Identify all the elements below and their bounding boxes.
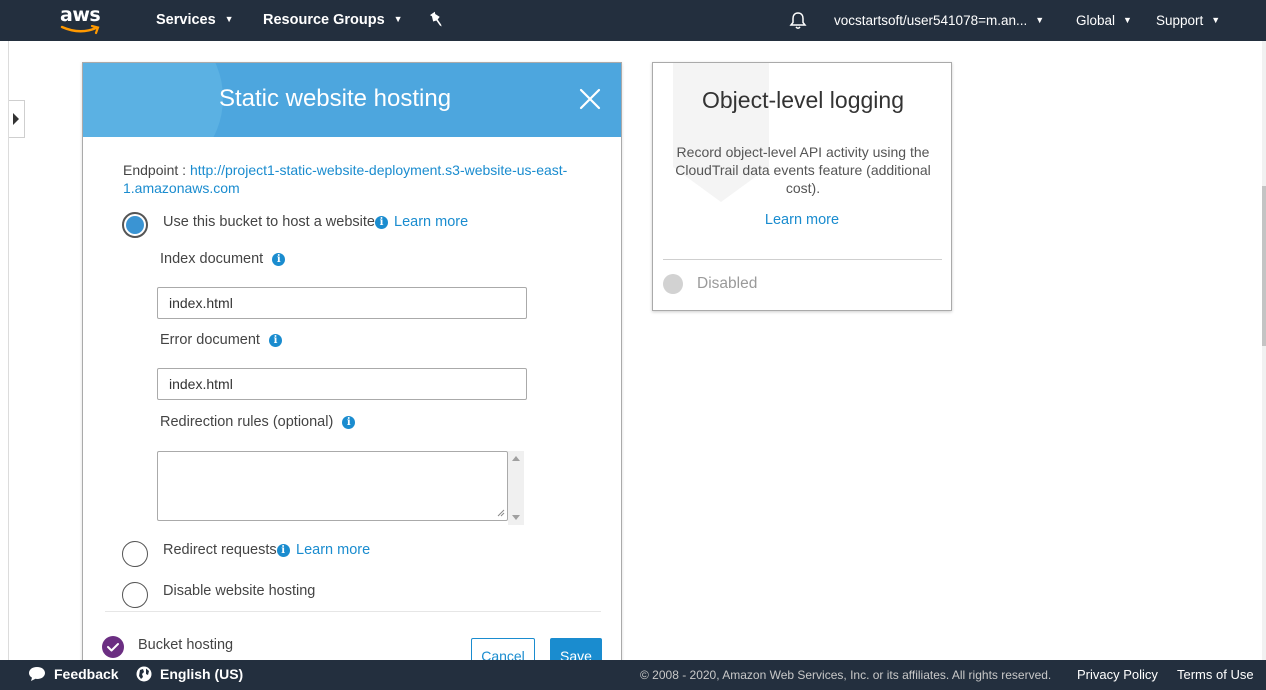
info-icon[interactable]: i bbox=[374, 216, 388, 229]
info-icon[interactable]: i bbox=[342, 416, 356, 429]
close-icon[interactable] bbox=[579, 88, 601, 110]
chevron-right-icon bbox=[13, 113, 19, 125]
redirection-rules-wrapper bbox=[157, 451, 525, 525]
account-label: vocstartsoft/user541078=m.an... bbox=[834, 13, 1028, 28]
language-selector[interactable]: English (US) bbox=[136, 666, 243, 682]
pin-icon[interactable] bbox=[429, 11, 445, 34]
services-menu[interactable]: Services ▼ bbox=[156, 12, 234, 28]
divider bbox=[105, 611, 601, 612]
index-document-input[interactable] bbox=[157, 287, 527, 319]
logging-card-title: Object-level logging bbox=[701, 87, 904, 113]
error-document-label: Error document bbox=[160, 332, 260, 348]
redirect-learn-more-link[interactable]: Learn more bbox=[296, 542, 370, 558]
chevron-down-icon: ▼ bbox=[1211, 15, 1221, 25]
use-bucket-learn-more-link[interactable]: Learn more bbox=[394, 214, 468, 230]
logging-learn-more-link[interactable]: Learn more bbox=[653, 212, 951, 228]
redirection-rules-field-label: Redirection rules (optional) i bbox=[160, 414, 356, 430]
page-scrollbar[interactable] bbox=[1262, 41, 1266, 661]
aws-smile-icon bbox=[60, 25, 100, 35]
sidebar-toggle-button[interactable] bbox=[9, 100, 25, 138]
chevron-down-icon: ▼ bbox=[224, 14, 234, 24]
terms-of-use-link[interactable]: Terms of Use bbox=[1177, 667, 1254, 682]
region-label: Global bbox=[1076, 13, 1116, 28]
resource-groups-label: Resource Groups bbox=[263, 12, 385, 28]
index-document-field-label: Index document i bbox=[160, 251, 286, 267]
scroll-up-arrow-icon[interactable] bbox=[512, 456, 520, 461]
region-menu[interactable]: Global ▼ bbox=[1076, 13, 1132, 28]
aws-logo-text: aws bbox=[60, 4, 101, 26]
redirection-rules-textarea[interactable] bbox=[157, 451, 508, 521]
bucket-hosting-label: Bucket hosting bbox=[138, 637, 234, 653]
speech-bubble-icon bbox=[29, 667, 45, 681]
endpoint: Endpoint : http://project1-static-websit… bbox=[123, 161, 583, 197]
top-nav-bar: aws Services ▼ Resource Groups ▼ vocstarts… bbox=[0, 0, 1266, 41]
support-label: Support bbox=[1156, 13, 1204, 28]
disable-hosting-label: Disable website hosting bbox=[163, 583, 316, 599]
feedback-button[interactable]: Feedback bbox=[28, 666, 119, 682]
account-menu[interactable]: vocstartsoft/user541078=m.an... ▼ bbox=[834, 13, 1044, 28]
info-icon[interactable]: i bbox=[272, 253, 286, 266]
resource-groups-menu[interactable]: Resource Groups ▼ bbox=[263, 12, 403, 28]
redirect-requests-option: Redirect requests i bbox=[163, 542, 290, 558]
privacy-policy-link[interactable]: Privacy Policy bbox=[1077, 667, 1158, 682]
language-label: English (US) bbox=[160, 666, 244, 682]
card-title: Static website hosting bbox=[218, 85, 452, 112]
card-header: Static website hosting bbox=[83, 63, 621, 137]
check-icon bbox=[102, 636, 124, 658]
info-icon[interactable]: i bbox=[268, 334, 282, 347]
scroll-down-arrow-icon[interactable] bbox=[512, 515, 520, 520]
logging-card-description: Record object-level API activity using t… bbox=[675, 144, 931, 196]
use-bucket-radio[interactable] bbox=[122, 212, 148, 238]
chevron-down-icon: ▼ bbox=[1035, 15, 1045, 25]
info-icon[interactable]: i bbox=[276, 544, 290, 557]
error-document-input[interactable] bbox=[157, 368, 527, 400]
redirect-requests-radio[interactable] bbox=[122, 541, 148, 567]
divider bbox=[663, 259, 942, 260]
footer-bar: Feedback English (US) © 2008 - 2020, Ama… bbox=[0, 660, 1266, 690]
status-indicator-icon bbox=[663, 274, 683, 294]
support-menu[interactable]: Support ▼ bbox=[1156, 13, 1220, 28]
scrollbar-thumb[interactable] bbox=[1262, 186, 1266, 346]
redirect-requests-label: Redirect requests bbox=[163, 542, 277, 558]
index-document-label: Index document bbox=[160, 251, 264, 267]
use-bucket-label: Use this bucket to host a website bbox=[163, 214, 375, 230]
resize-grip-icon[interactable] bbox=[495, 507, 505, 517]
copyright-text: © 2008 - 2020, Amazon Web Services, Inc.… bbox=[640, 668, 1052, 682]
textarea-scrollbar[interactable] bbox=[508, 451, 524, 525]
globe-icon bbox=[136, 666, 152, 682]
redirection-rules-label: Redirection rules (optional) bbox=[160, 414, 334, 430]
static-website-hosting-card: Static website hosting Endpoint : http:/… bbox=[82, 62, 622, 672]
endpoint-link[interactable]: http://project1-static-website-deploymen… bbox=[123, 162, 567, 196]
error-document-field-label: Error document i bbox=[160, 332, 282, 348]
endpoint-label: Endpoint : bbox=[123, 162, 187, 178]
use-bucket-option: Use this bucket to host a website i bbox=[163, 214, 388, 230]
chevron-down-icon: ▼ bbox=[1123, 15, 1132, 25]
left-rail bbox=[0, 41, 9, 661]
disable-hosting-radio[interactable] bbox=[122, 582, 148, 608]
aws-logo[interactable]: aws bbox=[60, 4, 104, 36]
feedback-label: Feedback bbox=[54, 666, 119, 682]
services-label: Services bbox=[156, 12, 216, 28]
logging-status: Disabled bbox=[697, 275, 758, 292]
object-level-logging-card[interactable]: Object-level logging Record object-level… bbox=[652, 62, 952, 311]
chevron-down-icon: ▼ bbox=[393, 14, 403, 24]
bell-icon[interactable] bbox=[789, 11, 807, 35]
